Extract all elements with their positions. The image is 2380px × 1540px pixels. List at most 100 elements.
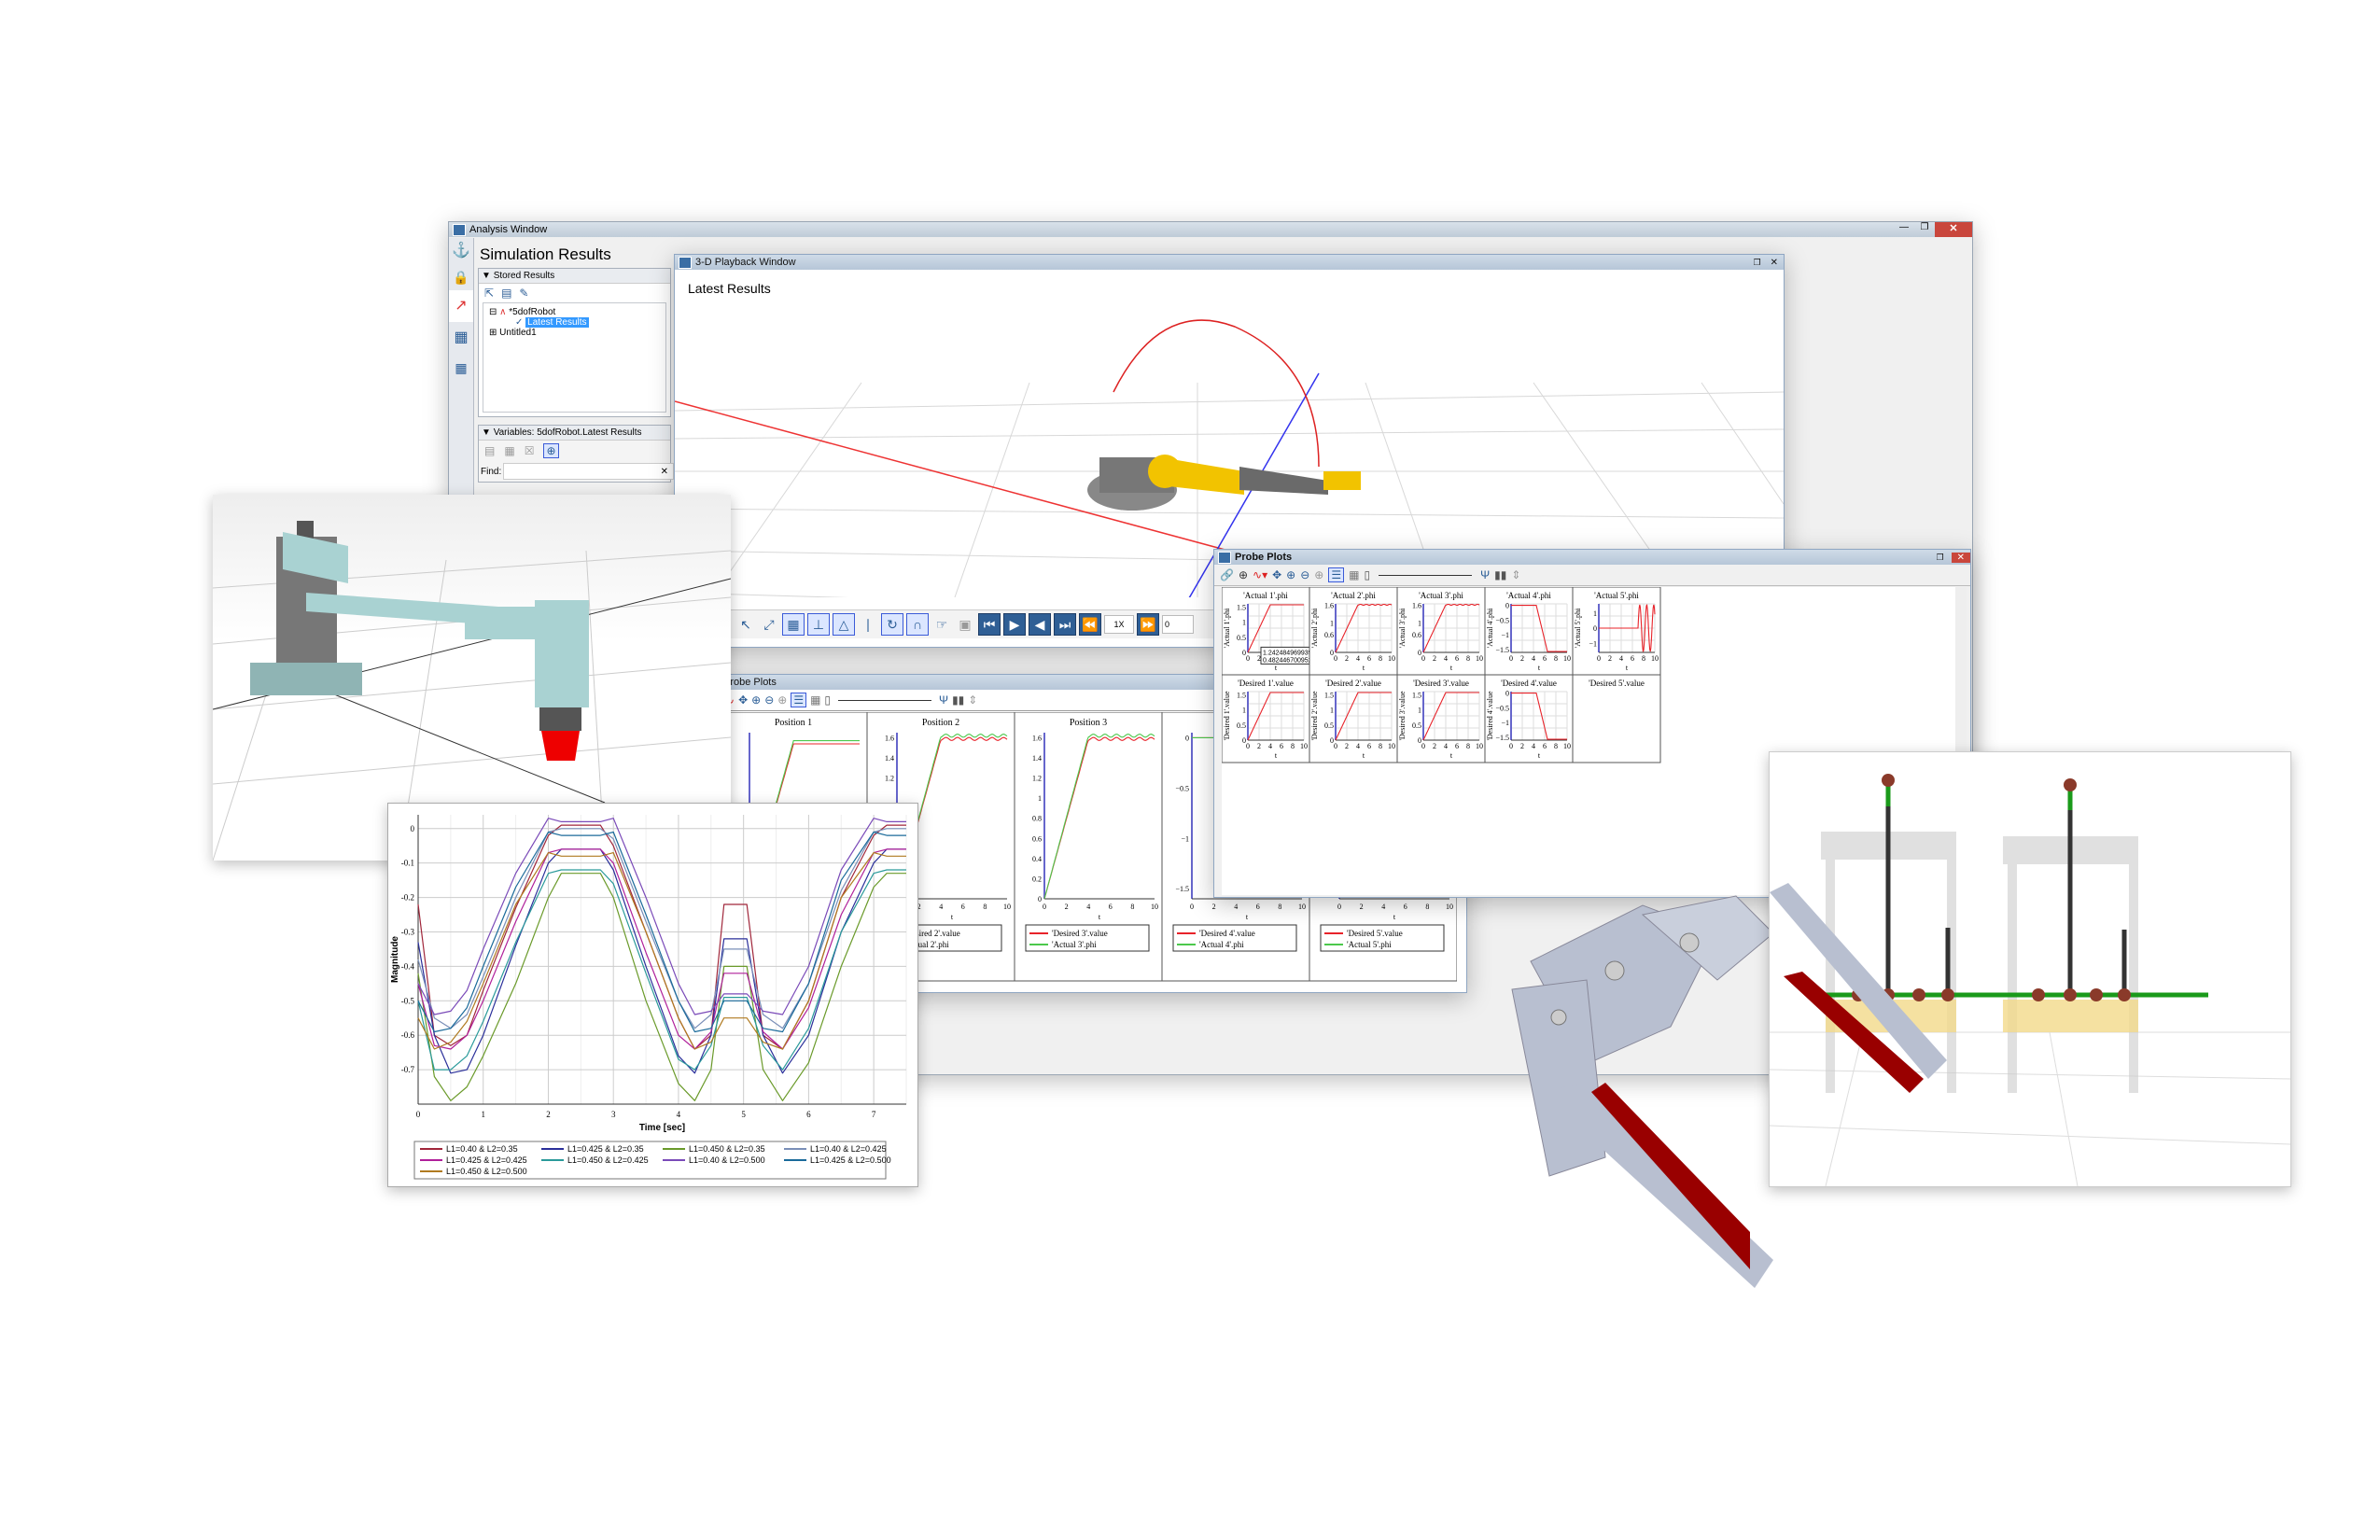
y-tick-label: 1.2 [1032,775,1042,783]
link-icon[interactable]: 🔗 [1220,568,1234,581]
close-button[interactable]: ✕ [1951,552,1970,563]
legend-toggle-icon[interactable]: ☰ [791,693,807,707]
record-icon[interactable]: ▣ [955,614,975,635]
export-result-icon[interactable]: ▤ [501,287,511,300]
restore-button[interactable]: ❐ [1937,553,1944,563]
frame-field[interactable]: 0 [1162,615,1194,634]
close-button[interactable]: ✕ [1771,258,1778,268]
tree-node[interactable]: ✓ Latest Results [483,317,665,328]
first-frame-button[interactable]: ⏮ [978,613,1001,636]
slider-handle[interactable]: Ψ [939,693,948,707]
close-button[interactable]: ✕ [1935,222,1972,237]
import-result-icon[interactable]: ⇱ [484,287,494,300]
y-tick-label: -0.3 [401,927,415,936]
plot-icon[interactable]: ↗ [449,290,473,322]
zoom-in-icon[interactable]: ⊕ [751,693,761,707]
lock-icon[interactable]: 🔒 [449,264,473,290]
edit-pencil-icon[interactable]: ✎ [519,287,528,300]
add-probe-icon[interactable]: ▤ [484,444,495,457]
cubes-icon[interactable]: ▦ [449,322,473,354]
x-tick-label: 2 [1345,742,1349,750]
latest-results-selected[interactable]: Latest Results [525,317,589,328]
zoom-in-icon[interactable]: ⊕ [1286,568,1295,581]
connect-icon[interactable]: ∣ [858,614,878,635]
fit-view-icon[interactable]: ⤢ [759,614,779,635]
clamp-scene [1770,774,2290,1186]
stored-results-header[interactable]: ▼ Stored Results [479,269,670,284]
y-tick-label: 0.6 [1412,631,1421,639]
grid-toggle-icon[interactable]: ▦ [1349,568,1359,581]
grid-toggle-icon[interactable]: ▦ [810,693,820,707]
legend-toggle-icon[interactable]: ☰ [1328,567,1345,582]
y-axis-label: Magnitude [390,936,400,983]
analysis-window-titlebar[interactable]: Analysis Window — ❐ ✕ [449,222,1972,237]
y-axis-label: 'Actual 5'.phi [1574,608,1582,648]
series-line [417,848,906,1050]
tree-node[interactable]: ⊟ ∧ *5dofRobot [483,307,665,317]
x-tick-label: 8 [1291,742,1295,750]
rewind-button[interactable]: ⏪ [1079,613,1101,636]
plot-title: 'Desired 3'.value [1413,679,1469,688]
pan-icon[interactable]: ✥ [1272,568,1281,581]
find-input[interactable] [503,463,674,480]
legend-label: L1=0.450 & L2=0.500 [446,1167,527,1176]
last-frame-button[interactable]: ⏭ [1054,613,1076,636]
target-icon[interactable]: ⊕ [543,443,559,458]
x-tick-label: 7 [872,1110,876,1119]
time-slider[interactable] [1379,574,1473,576]
hand-icon[interactable]: ☞ [931,614,952,635]
columns-icon[interactable]: ▮▮ [952,693,964,707]
x-tick-label: 8 [1379,654,1382,663]
x-tick-label: 2 [1433,654,1436,663]
fit-icon[interactable]: ⇕ [968,693,977,707]
clear-find-icon[interactable]: ✕ [661,467,668,477]
trace-icon[interactable]: ∩ [906,613,929,636]
probe-front-titlebar[interactable]: Probe Plots ❐ ✕ [1214,550,1970,565]
anchor-icon[interactable]: ⚓ [449,238,473,264]
legend-label: L1=0.450 & L2=0.35 [689,1144,765,1154]
time-slider[interactable] [838,699,932,701]
speed-field[interactable]: 1X [1104,615,1134,634]
x-tick-label: 3 [611,1110,616,1119]
play-button[interactable]: ▶ [1003,613,1026,636]
checkmark-icon: ✓ [515,317,524,328]
axes-icon[interactable]: ⊥ [807,613,830,636]
rotation-trace [1113,319,1320,468]
crosshair-icon[interactable]: ⊕ [1239,568,1248,581]
rotate-icon[interactable]: ↻ [881,613,903,636]
reverse-button[interactable]: ◀ [1029,613,1051,636]
x-tick-label: 10 [1446,903,1453,911]
cursor-toggle-icon[interactable]: ▯ [824,693,831,707]
export-x-icon[interactable]: ☒ [525,444,535,457]
legend-label: L1=0.425 & L2=0.500 [810,1155,891,1165]
tree-node[interactable]: ⊞ Untitled1 [483,328,665,338]
columns-icon[interactable]: ▮▮ [1494,568,1506,581]
legend-label: L1=0.425 & L2=0.425 [446,1155,527,1165]
grid-icon[interactable]: ▦ [782,613,805,636]
y-tick-label: −1.5 [1495,734,1509,742]
curve-icon[interactable]: ∿▾ [1253,568,1267,581]
minimize-button[interactable]: — [1894,222,1914,237]
restore-button[interactable]: ❐ [1914,222,1935,237]
plot-title: Position 1 [775,718,812,728]
shapes-icon[interactable]: △ [833,613,855,636]
table-icon[interactable]: ▦ [449,354,473,382]
zoom-reset-icon[interactable]: ⊕ [777,693,787,707]
variables-header[interactable]: ▼ Variables: 5dofRobot.Latest Results [479,426,670,441]
x-tick-label: 6 [1455,654,1459,663]
fast-forward-button[interactable]: ⏩ [1137,613,1159,636]
select-arrow-icon[interactable]: ↖ [735,614,756,635]
zoom-out-icon[interactable]: ⊖ [1300,568,1309,581]
zoom-reset-icon[interactable]: ⊕ [1314,568,1323,581]
plot-add-icon[interactable]: ▦ [504,444,514,457]
zoom-out-icon[interactable]: ⊖ [764,693,774,707]
x-tick-label: 2 [1520,654,1524,663]
fit-icon[interactable]: ⇕ [1511,568,1520,581]
playback-titlebar[interactable]: 3-D Playback Window ❐ ✕ [675,255,1784,270]
slider-handle[interactable]: Ψ [1480,568,1490,581]
restore-button[interactable]: ❐ [1754,258,1761,268]
cursor-toggle-icon[interactable]: ▯ [1364,568,1370,581]
analysis-window-title: Analysis Window [469,224,548,235]
pan-icon[interactable]: ✥ [738,693,748,707]
y-tick-label: 1.5 [1237,603,1246,611]
